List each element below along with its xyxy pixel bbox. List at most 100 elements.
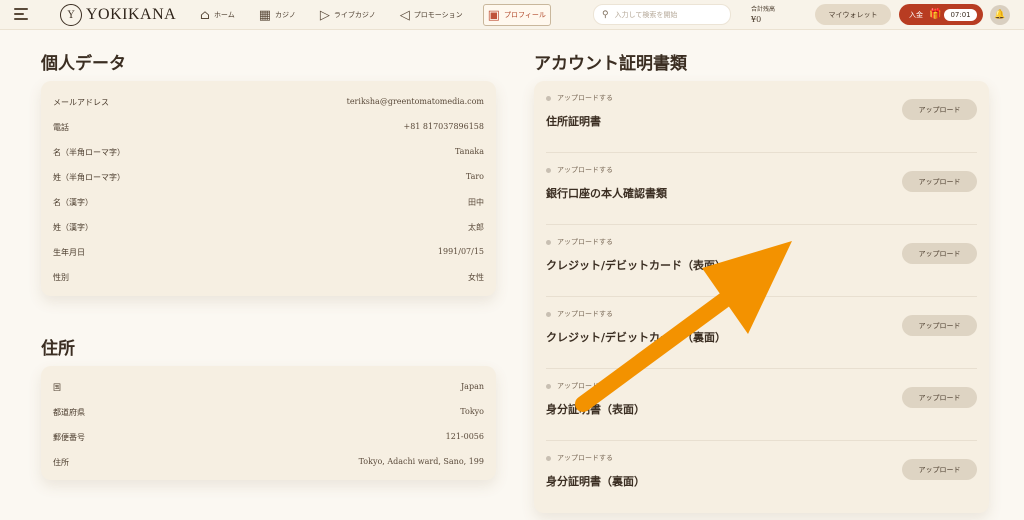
nav-promotion[interactable]: ◁ プロモーション: [396, 4, 467, 26]
address-row-postal-code: 郵便番号 121-0056: [53, 432, 484, 443]
doc-name: 身分証明書（表面）: [546, 403, 645, 416]
info-row-birthdate: 生年月日 1991/07/15: [53, 247, 484, 258]
upload-button[interactable]: アップロード: [902, 99, 977, 120]
nav-label: プロフィール: [503, 11, 546, 19]
upload-button[interactable]: アップロード: [902, 171, 977, 192]
my-wallet-button[interactable]: マイウォレット: [815, 4, 891, 25]
search-icon: ⚲: [602, 9, 609, 20]
row-label: 性別: [53, 273, 69, 282]
row-label: 国: [53, 383, 61, 392]
row-value: teriksha@greentomatomedia.com: [346, 97, 484, 106]
search-input[interactable]: [614, 10, 715, 19]
doc-status-text: アップロードする: [557, 310, 613, 318]
status-dot-icon: [546, 239, 551, 245]
nav-label: カジノ: [275, 11, 296, 19]
row-label: 名（漢字）: [53, 198, 93, 207]
row-value: +81 817037896158: [403, 122, 484, 131]
row-value: Tokyo, Adachi ward, Sano, 199: [358, 457, 484, 466]
row-label: 姓（半角ローマ字）: [53, 173, 125, 182]
nav-label: プロモーション: [413, 11, 463, 19]
doc-status: アップロードする: [546, 165, 613, 175]
nav-label: ライブカジノ: [333, 11, 376, 19]
grid-icon: ▦: [258, 7, 272, 23]
row-value: 田中: [468, 198, 484, 207]
doc-status: アップロードする: [546, 237, 613, 247]
info-row-first-name-roman: 名（半角ローマ字） Tanaka: [53, 147, 484, 158]
address-title: 住所: [41, 339, 75, 359]
search-box[interactable]: ⚲: [593, 4, 731, 25]
info-row-first-name-kanji: 名（漢字） 田中: [53, 197, 484, 208]
status-dot-icon: [546, 311, 551, 317]
nav-home[interactable]: ⌂ ホーム: [196, 4, 239, 26]
doc-status-text: アップロードする: [557, 238, 613, 246]
nav-casino[interactable]: ▦ カジノ: [255, 4, 300, 26]
doc-item-bank-id: アップロードする 銀行口座の本人確認書類 アップロード: [546, 153, 977, 225]
doc-item-address-proof: アップロードする 住所証明書 アップロード: [546, 81, 977, 153]
site-logo[interactable]: Y YOKIKANA: [60, 4, 176, 26]
address-row-country: 国 Japan: [53, 382, 484, 393]
doc-name: クレジット/デビットカード（裏面）: [546, 331, 727, 344]
doc-status-text: アップロードする: [557, 454, 613, 462]
personal-data-title: 個人データ: [41, 54, 126, 74]
status-dot-icon: [546, 95, 551, 101]
info-row-gender: 性別 女性: [53, 272, 484, 283]
profile-icon: ▣: [487, 7, 500, 23]
balance-value: ¥0: [751, 15, 762, 24]
total-balance: 合計残高 ¥0: [751, 5, 775, 25]
doc-status-text: アップロードする: [557, 382, 613, 390]
notification-bell-icon[interactable]: 🔔: [990, 5, 1010, 25]
live-icon: ▷: [319, 7, 330, 23]
row-label: メールアドレス: [53, 98, 109, 107]
doc-name: 住所証明書: [546, 115, 601, 128]
personal-data-card: メールアドレス teriksha@greentomatomedia.com 電話 +…: [41, 81, 496, 296]
main-nav: ⌂ ホーム ▦ カジノ ▷ ライブカジノ ◁ プロモーション ▣ プロフィール: [196, 0, 567, 30]
doc-name: 銀行口座の本人確認書類: [546, 187, 667, 200]
doc-name: クレジット/デビットカード（表面）: [546, 259, 727, 272]
row-value: Tanaka: [454, 147, 484, 156]
address-row-street: 住所 Tokyo, Adachi ward, Sano, 199: [53, 457, 484, 468]
doc-status: アップロードする: [546, 309, 613, 319]
info-row-email: メールアドレス teriksha@greentomatomedia.com: [53, 97, 484, 108]
upload-button[interactable]: アップロード: [902, 387, 977, 408]
row-label: 都道府県: [53, 408, 85, 417]
row-value: 女性: [468, 273, 484, 282]
documents-title: アカウント証明書類: [534, 54, 687, 74]
balance-label: 合計残高: [751, 6, 776, 13]
doc-status: アップロードする: [546, 93, 613, 103]
info-row-phone: 電話 +81 817037896158: [53, 122, 484, 133]
row-value: Tokyo: [460, 407, 484, 416]
home-icon: ⌂: [200, 7, 210, 23]
status-dot-icon: [546, 167, 551, 173]
row-value: 121-0056: [445, 432, 484, 441]
address-row-prefecture: 都道府県 Tokyo: [53, 407, 484, 418]
doc-item-id-back: アップロードする 身分証明書（裏面） アップロード: [546, 441, 977, 513]
doc-item-id-front: アップロードする 身分証明書（表面） アップロード: [546, 369, 977, 441]
deposit-label: 入金: [909, 10, 923, 19]
doc-status: アップロードする: [546, 381, 613, 391]
megaphone-icon: ◁: [399, 7, 410, 23]
documents-card: アップロードする 住所証明書 アップロード アップロードする 銀行口座の本人確認…: [534, 81, 989, 513]
doc-status-text: アップロードする: [557, 166, 613, 174]
row-label: 姓（漢字）: [53, 223, 93, 232]
doc-status: アップロードする: [546, 453, 613, 463]
logo-text: YOKIKANA: [86, 6, 177, 23]
row-value: 1991/07/15: [437, 247, 484, 256]
deposit-button[interactable]: 入金 🎁 07:01: [899, 4, 983, 25]
upload-button[interactable]: アップロード: [902, 243, 977, 264]
upload-button[interactable]: アップロード: [902, 459, 977, 480]
doc-name: 身分証明書（裏面）: [546, 475, 645, 488]
row-label: 生年月日: [53, 248, 85, 257]
row-label: 住所: [53, 458, 69, 467]
nav-profile[interactable]: ▣ プロフィール: [482, 4, 551, 26]
info-row-last-name-roman: 姓（半角ローマ字） Taro: [53, 172, 484, 183]
row-label: 名（半角ローマ字）: [53, 148, 125, 157]
doc-status-text: アップロードする: [557, 94, 613, 102]
nav-label: ホーム: [213, 11, 235, 19]
nav-live-casino[interactable]: ▷ ライブカジノ: [316, 4, 380, 26]
hamburger-menu-icon[interactable]: [14, 8, 30, 22]
upload-button[interactable]: アップロード: [902, 315, 977, 336]
row-value: Taro: [465, 172, 484, 181]
logo-mark: Y: [60, 4, 82, 26]
gift-icon: 🎁: [929, 9, 942, 20]
doc-item-card-back: アップロードする クレジット/デビットカード（裏面） アップロード: [546, 297, 977, 369]
